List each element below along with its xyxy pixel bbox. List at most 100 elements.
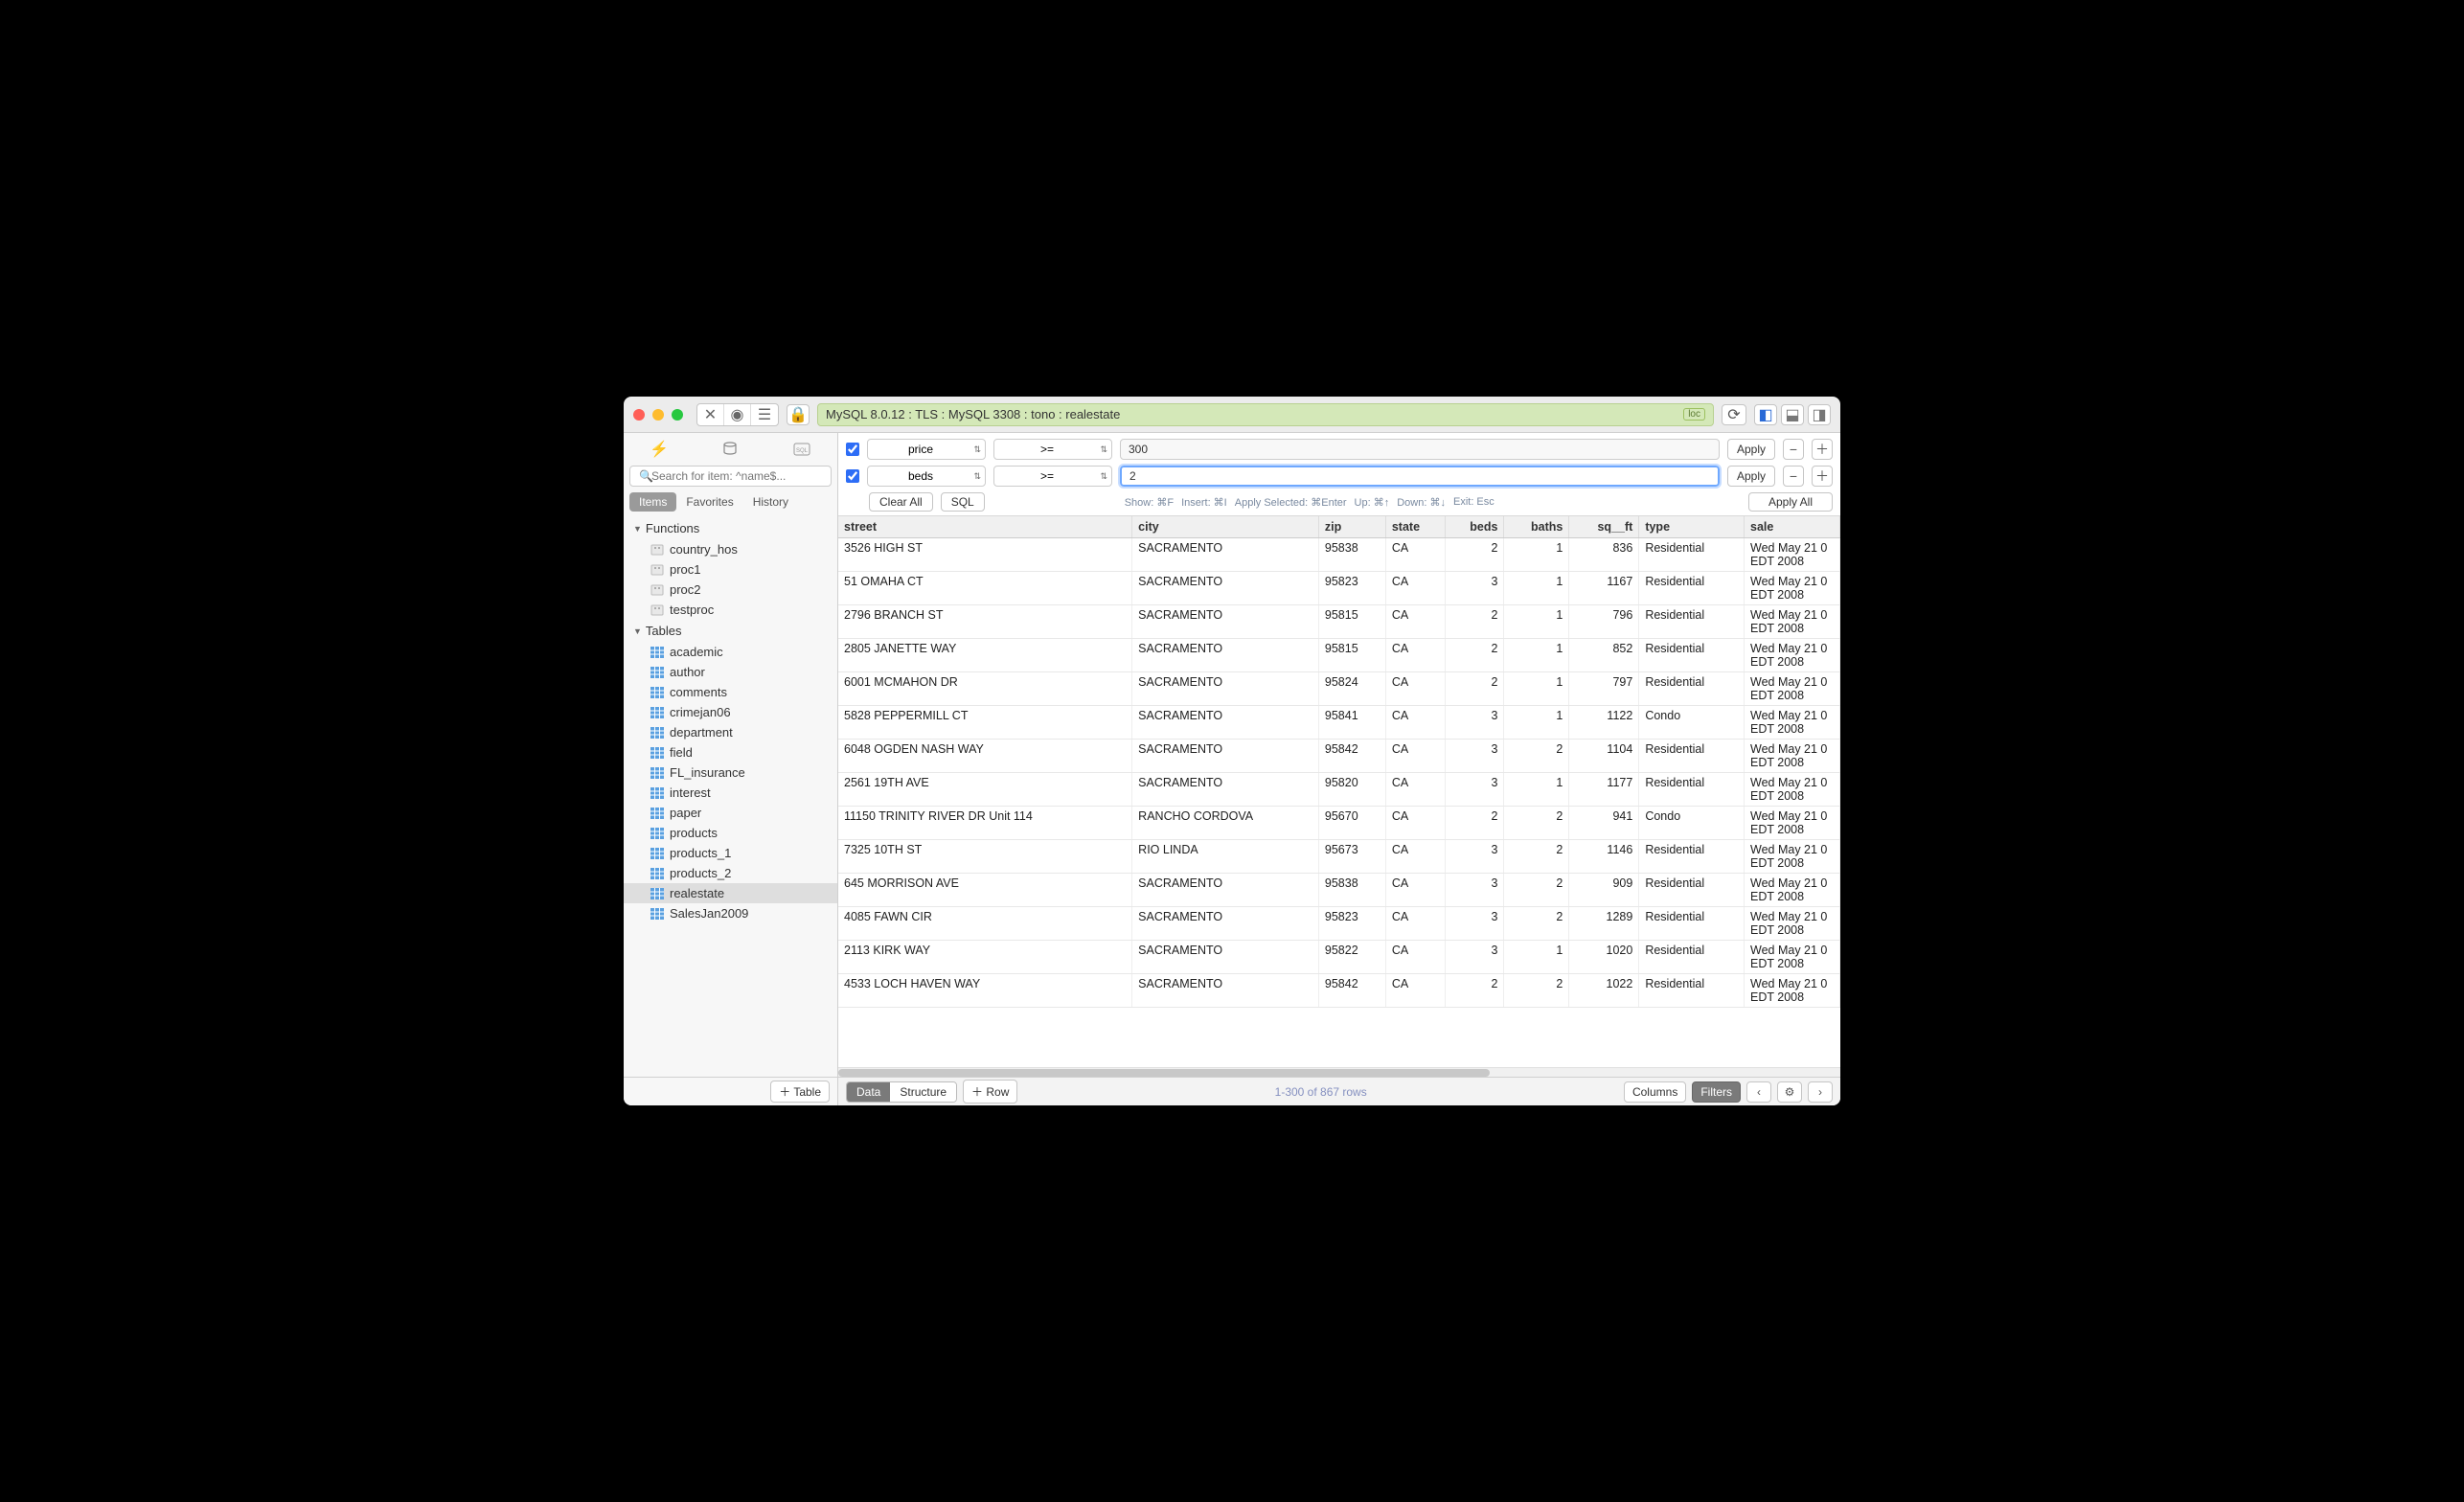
cell-state[interactable]: CA — [1385, 807, 1445, 840]
cell-sq__ft[interactable]: 1146 — [1569, 840, 1639, 874]
cell-sq__ft[interactable]: 1177 — [1569, 773, 1639, 807]
cell-beds[interactable]: 2 — [1445, 605, 1504, 639]
zoom-window[interactable] — [672, 409, 683, 421]
col-header-state[interactable]: state — [1385, 516, 1445, 538]
tree-item-field[interactable]: field — [624, 742, 837, 762]
cancel-icon[interactable]: ✕ — [697, 404, 724, 425]
cell-beds[interactable]: 3 — [1445, 706, 1504, 740]
tree-group-tables[interactable]: ▼Tables — [624, 620, 837, 642]
cell-street[interactable]: 4533 LOCH HAVEN WAY — [838, 974, 1132, 1008]
filters-button[interactable]: Filters — [1692, 1081, 1741, 1103]
tree-item-realestate[interactable]: realestate — [624, 883, 837, 903]
subtab-favorites[interactable]: Favorites — [676, 492, 742, 512]
clear-all-button[interactable]: Clear All — [869, 492, 933, 512]
table-row[interactable]: 2796 BRANCH STSACRAMENTO95815CA21796Resi… — [838, 605, 1840, 639]
sidebar-right-icon[interactable]: ◨ — [1808, 404, 1831, 425]
cell-state[interactable]: CA — [1385, 538, 1445, 572]
cell-sq__ft[interactable]: 836 — [1569, 538, 1639, 572]
cell-sq__ft[interactable]: 797 — [1569, 672, 1639, 706]
cell-zip[interactable]: 95838 — [1318, 874, 1385, 907]
cell-sale[interactable]: Wed May 21 0 EDT 2008 — [1745, 941, 1840, 974]
cell-beds[interactable]: 2 — [1445, 639, 1504, 672]
table-row[interactable]: 4533 LOCH HAVEN WAYSACRAMENTO95842CA2210… — [838, 974, 1840, 1008]
cell-zip[interactable]: 95842 — [1318, 974, 1385, 1008]
col-header-type[interactable]: type — [1639, 516, 1745, 538]
cell-city[interactable]: SACRAMENTO — [1132, 538, 1319, 572]
cell-baths[interactable]: 2 — [1504, 740, 1569, 773]
cell-baths[interactable]: 2 — [1504, 840, 1569, 874]
cell-zip[interactable]: 95815 — [1318, 605, 1385, 639]
cell-baths[interactable]: 2 — [1504, 874, 1569, 907]
table-row[interactable]: 2113 KIRK WAYSACRAMENTO95822CA311020Resi… — [838, 941, 1840, 974]
filter-column-select[interactable]: beds⇅ — [867, 466, 986, 487]
cell-beds[interactable]: 3 — [1445, 907, 1504, 941]
tree-item-country_hos[interactable]: country_hos — [624, 539, 837, 559]
add-filter-button[interactable]: ＋ — [1812, 466, 1833, 487]
col-header-street[interactable]: street — [838, 516, 1132, 538]
tree-item-products_2[interactable]: products_2 — [624, 863, 837, 883]
cell-beds[interactable]: 2 — [1445, 672, 1504, 706]
subtab-history[interactable]: History — [743, 492, 798, 512]
search-input[interactable] — [629, 466, 832, 487]
cell-city[interactable]: RANCHO CORDOVA — [1132, 807, 1319, 840]
sidebar-left-icon[interactable]: ◧ — [1754, 404, 1777, 425]
cell-state[interactable]: CA — [1385, 605, 1445, 639]
cell-street[interactable]: 6001 MCMAHON DR — [838, 672, 1132, 706]
tree-item-proc1[interactable]: proc1 — [624, 559, 837, 580]
cell-state[interactable]: CA — [1385, 874, 1445, 907]
filter-enabled-checkbox[interactable] — [846, 469, 859, 483]
cell-sq__ft[interactable]: 1104 — [1569, 740, 1639, 773]
cell-sq__ft[interactable]: 1022 — [1569, 974, 1639, 1008]
cell-state[interactable]: CA — [1385, 840, 1445, 874]
tree-item-author[interactable]: author — [624, 662, 837, 682]
table-row[interactable]: 4085 FAWN CIRSACRAMENTO95823CA321289Resi… — [838, 907, 1840, 941]
table-row[interactable]: 6048 OGDEN NASH WAYSACRAMENTO95842CA3211… — [838, 740, 1840, 773]
cell-baths[interactable]: 1 — [1504, 773, 1569, 807]
cell-state[interactable]: CA — [1385, 639, 1445, 672]
tree-item-crimejan06[interactable]: crimejan06 — [624, 702, 837, 722]
cell-sq__ft[interactable]: 1167 — [1569, 572, 1639, 605]
cell-sq__ft[interactable]: 1289 — [1569, 907, 1639, 941]
cell-beds[interactable]: 3 — [1445, 874, 1504, 907]
cell-city[interactable]: SACRAMENTO — [1132, 907, 1319, 941]
cell-sale[interactable]: Wed May 21 0 EDT 2008 — [1745, 538, 1840, 572]
cell-street[interactable]: 2796 BRANCH ST — [838, 605, 1132, 639]
cell-state[interactable]: CA — [1385, 941, 1445, 974]
cell-beds[interactable]: 2 — [1445, 538, 1504, 572]
cell-state[interactable]: CA — [1385, 974, 1445, 1008]
cell-zip[interactable]: 95823 — [1318, 572, 1385, 605]
tree-item-products_1[interactable]: products_1 — [624, 843, 837, 863]
cell-baths[interactable]: 1 — [1504, 672, 1569, 706]
cell-sq__ft[interactable]: 796 — [1569, 605, 1639, 639]
cell-baths[interactable]: 2 — [1504, 807, 1569, 840]
data-grid-wrap[interactable]: streetcityzipstatebedsbathssq__fttypesal… — [838, 516, 1840, 1067]
tree-item-academic[interactable]: academic — [624, 642, 837, 662]
cell-type[interactable]: Residential — [1639, 974, 1745, 1008]
col-header-baths[interactable]: baths — [1504, 516, 1569, 538]
filter-column-select[interactable]: price⇅ — [867, 439, 986, 460]
cell-city[interactable]: SACRAMENTO — [1132, 773, 1319, 807]
cell-sale[interactable]: Wed May 21 0 EDT 2008 — [1745, 706, 1840, 740]
list-icon[interactable]: ☰ — [751, 404, 778, 425]
cell-zip[interactable]: 95673 — [1318, 840, 1385, 874]
plug-icon[interactable]: ⚡ — [646, 439, 673, 460]
cell-sale[interactable]: Wed May 21 0 EDT 2008 — [1745, 572, 1840, 605]
tree-group-functions[interactable]: ▼Functions — [624, 517, 837, 539]
cell-beds[interactable]: 3 — [1445, 773, 1504, 807]
bottom-panel-icon[interactable]: ⬓ — [1781, 404, 1804, 425]
gear-icon[interactable]: ⚙ — [1777, 1081, 1802, 1103]
cell-type[interactable]: Condo — [1639, 706, 1745, 740]
cell-zip[interactable]: 95822 — [1318, 941, 1385, 974]
cell-zip[interactable]: 95823 — [1318, 907, 1385, 941]
col-header-beds[interactable]: beds — [1445, 516, 1504, 538]
cell-street[interactable]: 51 OMAHA CT — [838, 572, 1132, 605]
tab-data[interactable]: Data — [847, 1082, 890, 1102]
cell-beds[interactable]: 3 — [1445, 740, 1504, 773]
table-row[interactable]: 5828 PEPPERMILL CTSACRAMENTO95841CA31112… — [838, 706, 1840, 740]
cell-state[interactable]: CA — [1385, 672, 1445, 706]
remove-filter-button[interactable]: − — [1783, 439, 1804, 460]
cell-baths[interactable]: 1 — [1504, 538, 1569, 572]
tree-item-paper[interactable]: paper — [624, 803, 837, 823]
sql-button[interactable]: SQL — [941, 492, 985, 512]
cell-baths[interactable]: 1 — [1504, 706, 1569, 740]
